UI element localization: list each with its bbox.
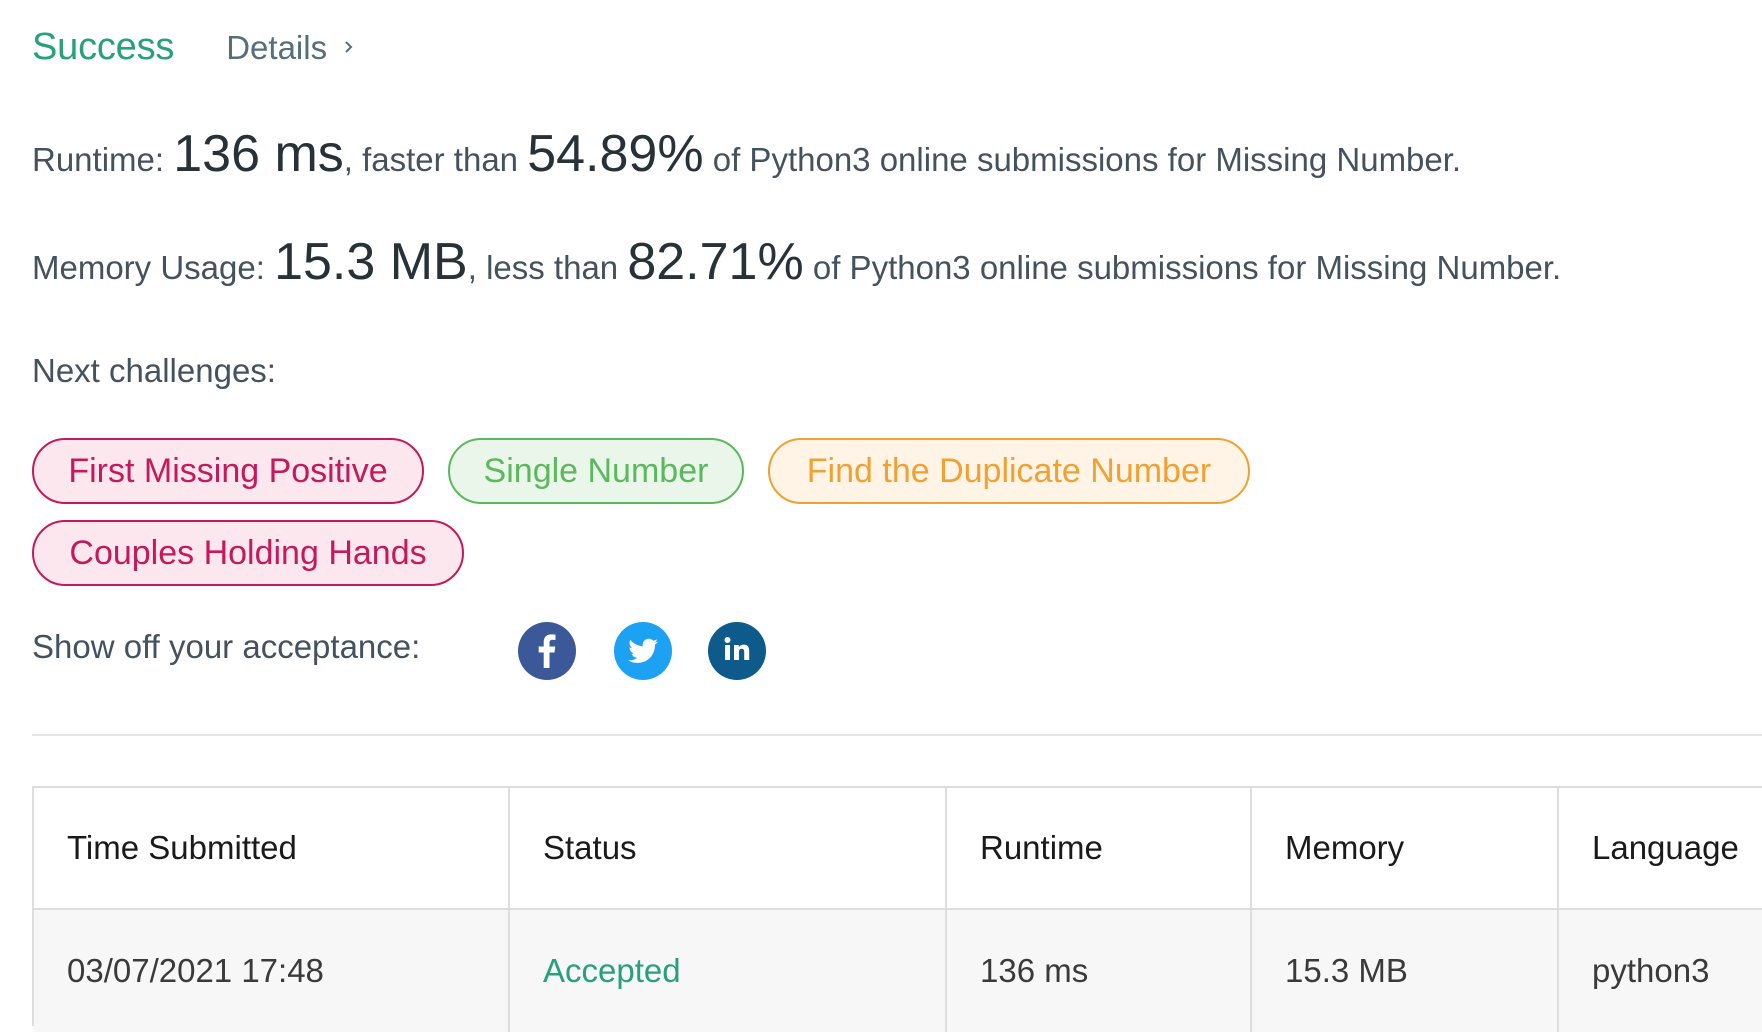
runtime-label: Runtime: [32,141,165,178]
next-challenges-label: Next challenges: [32,352,276,389]
runtime-value: 136 ms [173,125,344,183]
twitter-icon [628,638,658,663]
memory-label: Memory Usage: [32,249,265,286]
table-row: 03/07/2021 17:48 Accepted 136 ms 15.3 MB… [34,909,1762,1032]
status-accepted-link[interactable]: Accepted [543,952,681,989]
facebook-share-button[interactable] [518,622,576,680]
cell-language: python3 [1558,909,1762,1032]
challenge-tag-couples-holding-hands[interactable]: Couples Holding Hands [32,520,464,586]
memory-summary: Memory Usage: 15.3 MB, less than 82.71% … [32,232,1561,292]
facebook-icon [538,634,556,668]
runtime-percent: 54.89% [527,125,704,183]
header-status: Status [509,788,947,910]
chevron-right-icon [345,41,353,53]
memory-value: 15.3 MB [274,233,468,291]
challenge-tag-first-missing-positive[interactable]: First Missing Positive [32,438,424,504]
submission-table: Time Submitted Status Runtime Memory Lan… [32,786,1762,1032]
status-title: Success [32,26,175,68]
header-runtime: Runtime [946,788,1252,910]
table-header-row: Time Submitted Status Runtime Memory Lan… [34,788,1762,910]
share-label: Show off your acceptance: [32,628,421,665]
cell-runtime: 136 ms [946,909,1252,1032]
memory-compare: , less than [467,249,628,286]
header-time-submitted: Time Submitted [34,788,510,910]
runtime-compare: , faster than [343,141,528,178]
memory-percent: 82.71% [627,233,804,291]
header-memory: Memory [1251,788,1559,910]
runtime-suffix: of Python3 online submissions for Missin… [703,141,1462,178]
challenge-tag-single-number[interactable]: Single Number [448,438,744,504]
cell-memory: 15.3 MB [1251,909,1559,1032]
header-language: Language [1558,788,1762,910]
cell-time-submitted: 03/07/2021 17:48 [34,909,510,1032]
linkedin-icon [724,637,750,660]
result-header: Success Details [32,26,355,69]
twitter-share-button[interactable] [614,622,672,680]
cell-status: Accepted [509,909,947,1032]
challenge-tag-find-the-duplicate-number[interactable]: Find the Duplicate Number [768,438,1250,504]
details-label: Details [226,29,328,66]
details-link[interactable]: Details [226,29,355,67]
linkedin-share-button[interactable] [708,622,766,680]
section-divider [32,734,1762,736]
memory-suffix: of Python3 online submissions for Missin… [803,249,1562,286]
runtime-summary: Runtime: 136 ms, faster than 54.89% of P… [32,124,1461,184]
